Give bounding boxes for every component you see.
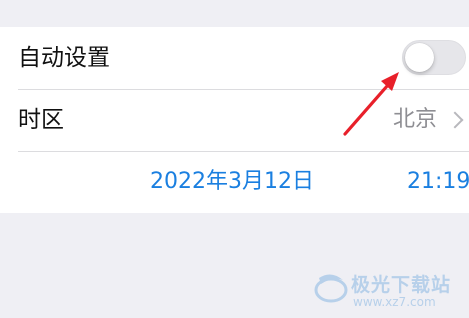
watermark-logo-icon — [314, 274, 348, 303]
watermark: 极光下载站 www.xz7.com — [313, 264, 469, 318]
watermark-name: 极光下载站 — [351, 274, 452, 296]
watermark-url: www.xz7.com — [353, 295, 436, 309]
